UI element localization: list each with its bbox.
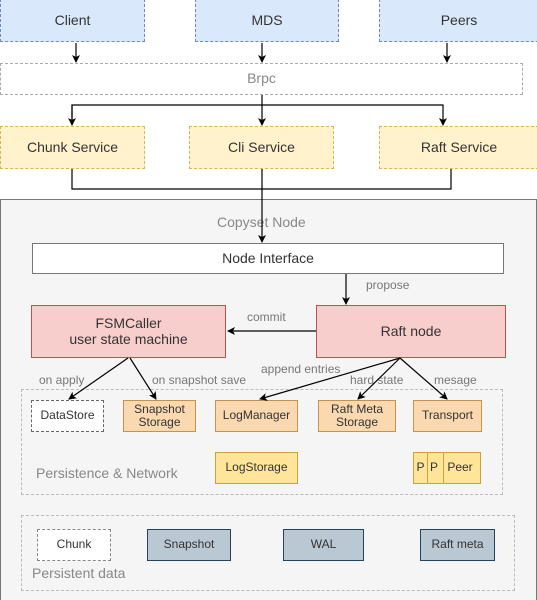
arrow-on-apply: [68, 357, 129, 400]
brpc-bus: [71, 104, 447, 126]
diagram: Client MDS Peers Brpc Chunk Service Cli …: [0, 0, 537, 600]
connectors: [68, 43, 452, 401]
arrow-on-snapshot-save: [129, 357, 157, 400]
arrow-mesage: [399, 357, 448, 400]
